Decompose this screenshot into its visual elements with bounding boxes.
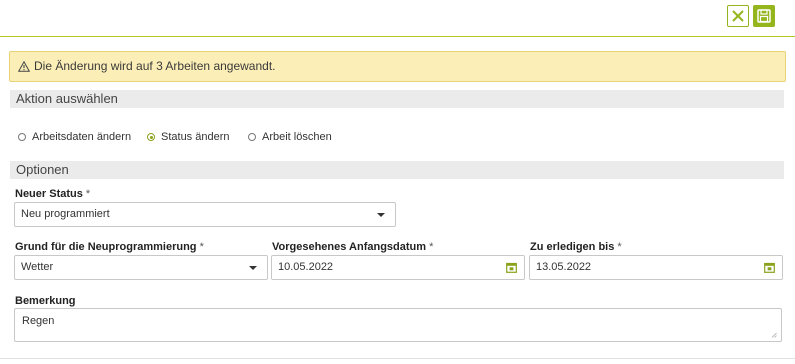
status-label-text: Neuer Status	[15, 188, 83, 200]
start-date-label: Vorgesehenes Anfangsdatum *	[272, 241, 433, 253]
reason-select[interactable]: Wetter	[14, 255, 268, 280]
info-alert: Die Änderung wird auf 3 Arbeiten angewan…	[9, 51, 786, 82]
required-marker: *	[199, 241, 204, 253]
reason-label-text: Grund für die Neuprogrammierung	[15, 241, 197, 253]
resize-grip-icon[interactable]	[771, 332, 777, 338]
radio-edit-work-data[interactable]: Arbeitsdaten ändern	[18, 130, 131, 144]
due-date-input[interactable]: 13.05.2022	[529, 255, 783, 280]
due-date-label: Zu erledigen bis *	[530, 241, 622, 253]
required-marker: *	[429, 241, 434, 253]
bottom-divider	[0, 358, 795, 359]
remark-label: Bemerkung	[15, 295, 76, 307]
calendar-icon[interactable]	[764, 262, 775, 273]
reason-select-value: Wetter	[21, 261, 54, 273]
calendar-icon[interactable]	[506, 262, 517, 273]
chevron-down-icon	[249, 266, 257, 270]
radio-label: Arbeit löschen	[262, 131, 332, 143]
save-button[interactable]	[753, 5, 775, 27]
status-select-value: Neu programmiert	[21, 208, 110, 220]
start-date-label-text: Vorgesehenes Anfangsdatum	[272, 241, 427, 253]
radio-label: Status ändern	[161, 131, 230, 143]
radio-button[interactable]	[248, 133, 256, 141]
section-action-header: Aktion auswählen	[10, 90, 784, 108]
radio-label: Arbeitsdaten ändern	[32, 131, 132, 143]
radio-change-status[interactable]: Status ändern	[147, 130, 230, 144]
section-options-header: Optionen	[10, 161, 784, 179]
status-label: Neuer Status *	[15, 188, 90, 200]
save-icon	[757, 9, 771, 23]
reason-label: Grund für die Neuprogrammierung *	[15, 241, 204, 253]
due-date-value: 13.05.2022	[536, 261, 592, 273]
remark-value: Regen	[22, 315, 55, 327]
due-date-label-text: Zu erledigen bis	[530, 241, 615, 253]
status-select[interactable]: Neu programmiert	[14, 202, 396, 227]
radio-button-selected[interactable]	[147, 133, 155, 141]
required-marker: *	[85, 188, 91, 200]
remark-textarea[interactable]: Regen	[14, 308, 782, 342]
close-icon	[732, 10, 744, 22]
close-button[interactable]	[727, 5, 749, 27]
warning-icon	[18, 61, 30, 72]
required-marker: *	[617, 241, 622, 253]
start-date-input[interactable]: 10.05.2022	[271, 255, 525, 280]
alert-text: Die Änderung wird auf 3 Arbeiten angewan…	[34, 59, 276, 73]
toolbar	[0, 0, 795, 37]
chevron-down-icon	[377, 213, 385, 217]
radio-button[interactable]	[18, 133, 26, 141]
radio-delete-work[interactable]: Arbeit löschen	[248, 130, 332, 144]
start-date-value: 10.05.2022	[278, 261, 334, 273]
